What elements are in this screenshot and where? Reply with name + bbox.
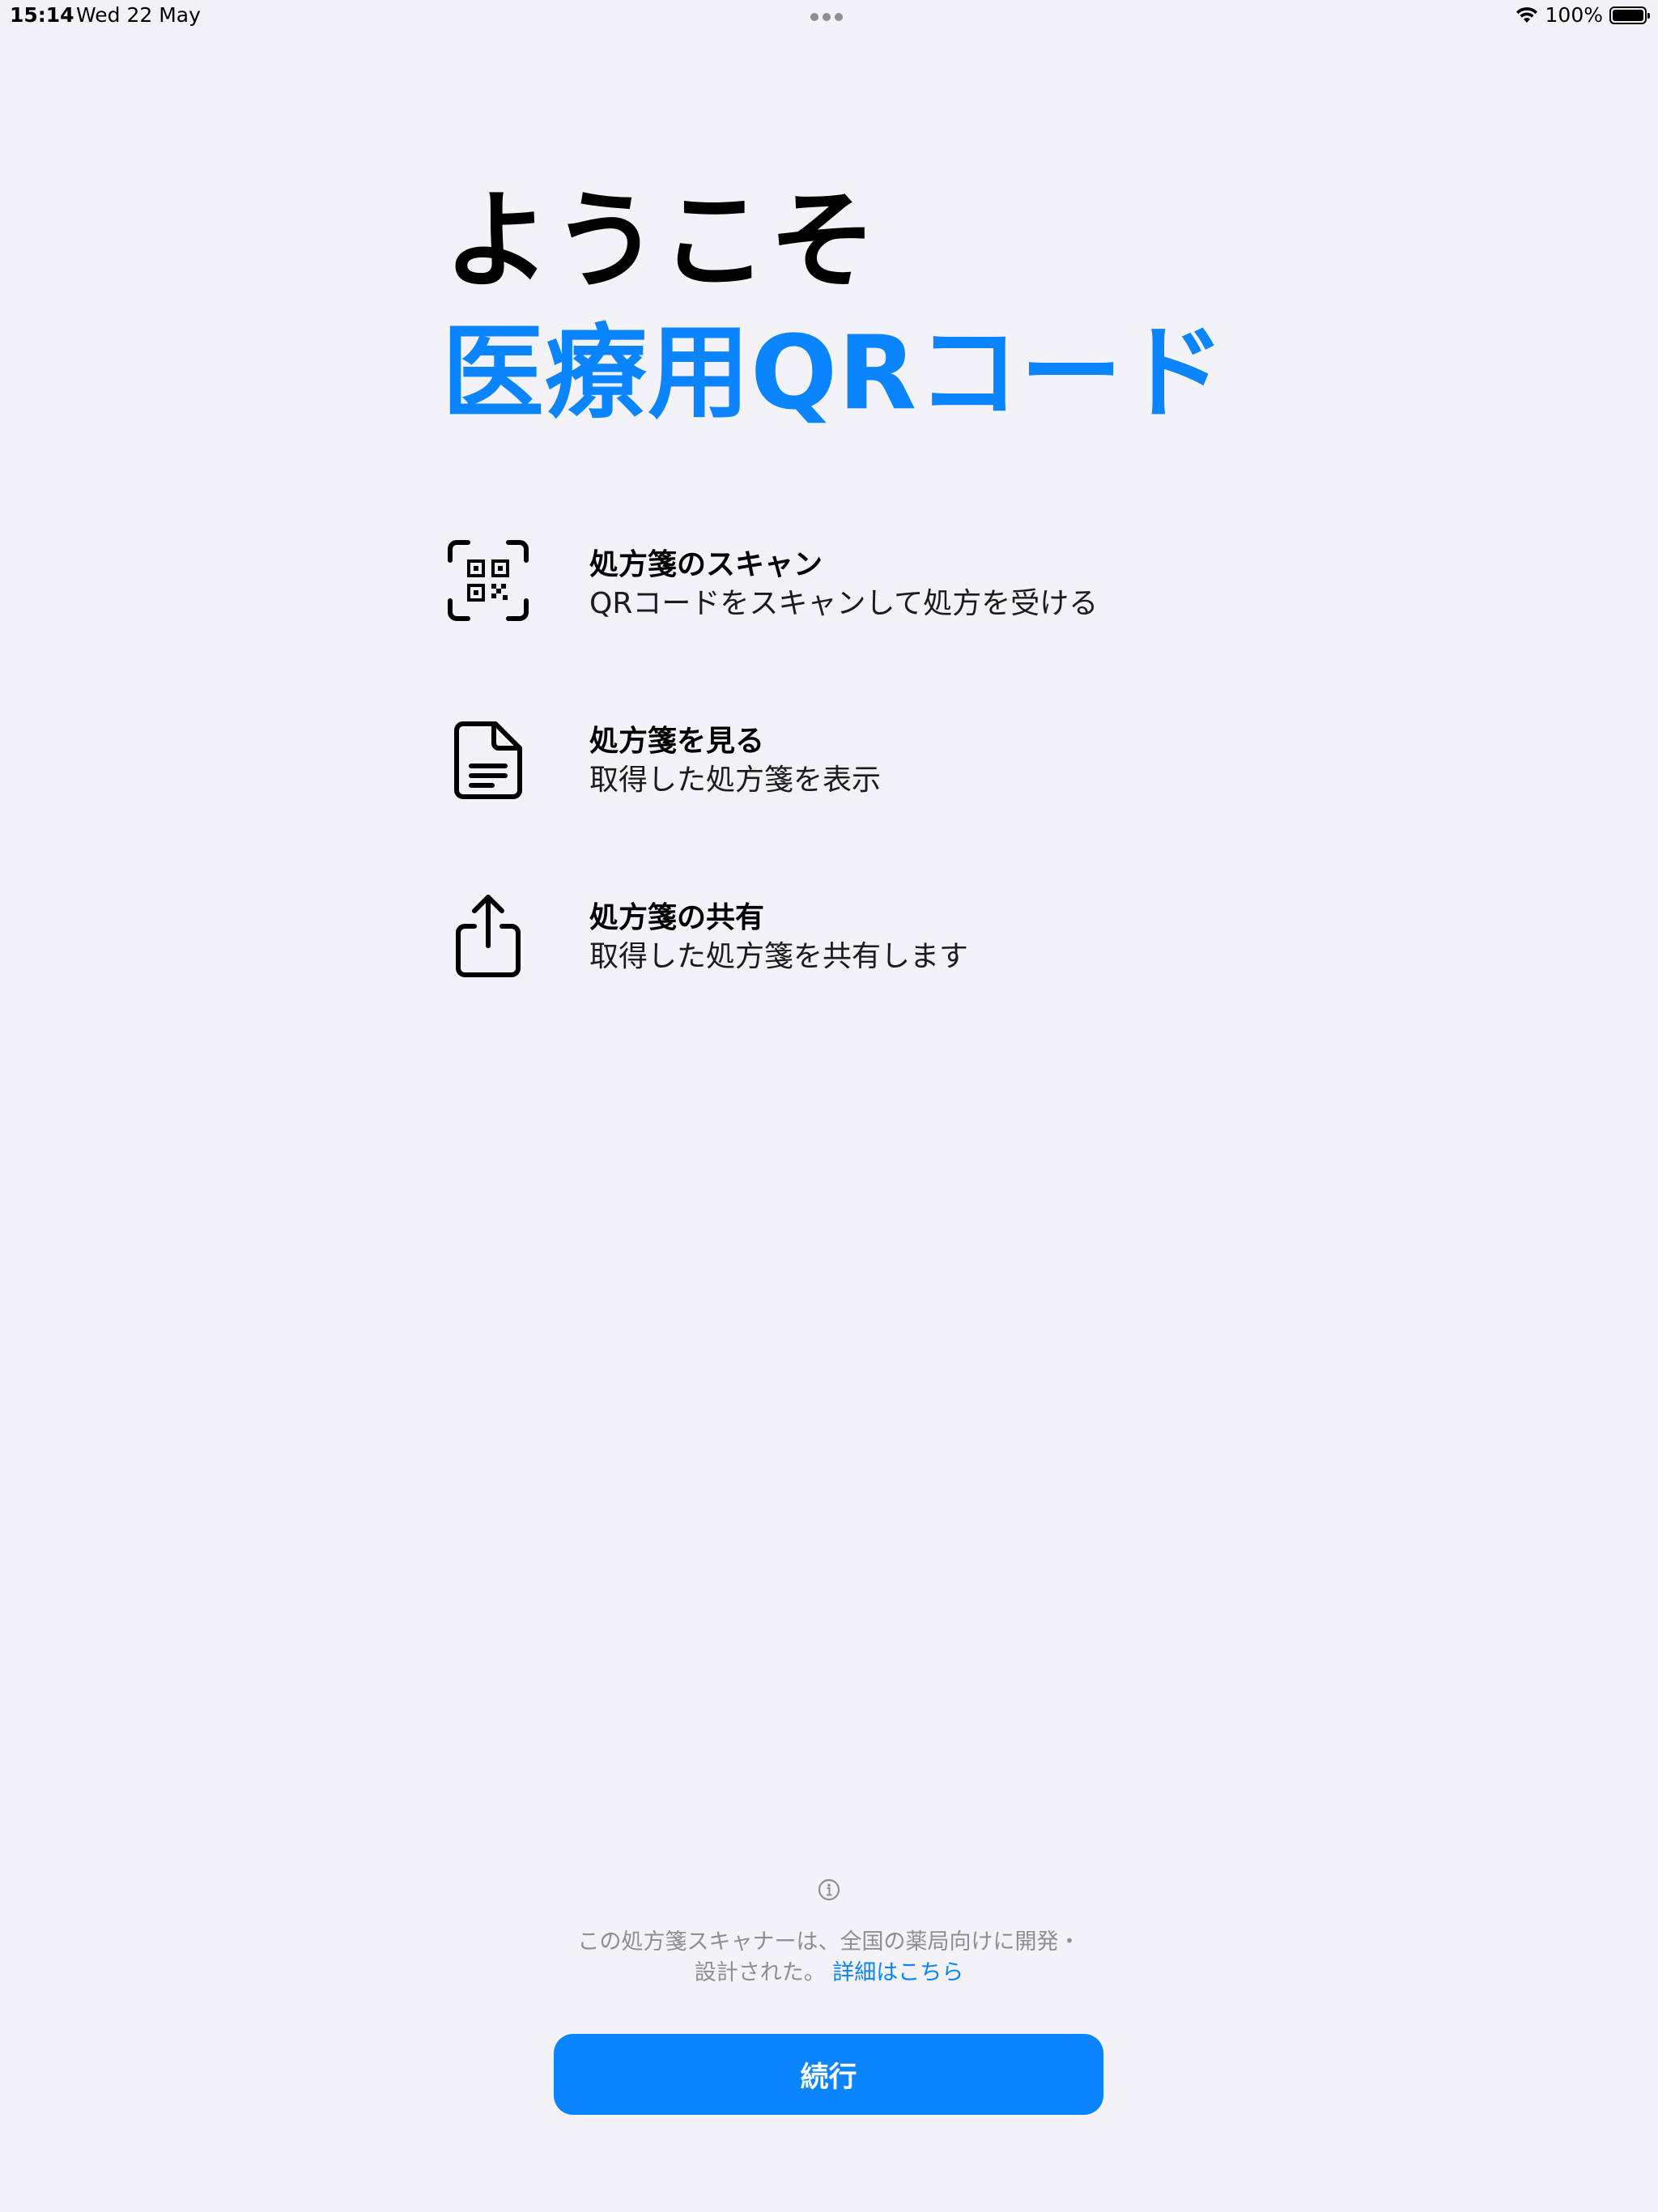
share-icon	[444, 889, 533, 978]
info-line-2: 設計された。 詳細はこちら	[505, 1958, 1153, 1989]
feature-description: 取得した処方箋を表示	[589, 764, 882, 797]
feature-title: 処方箋を見る	[589, 725, 765, 758]
battery-percentage: 100%	[1545, 3, 1603, 27]
feature-scan: 処方箋のスキャン QRコードをスキャンして処方を受ける	[444, 536, 1253, 633]
document-icon	[444, 713, 533, 802]
developer-info: この処方箋スキャナーは、全国の薬局向けに開発・ 設計された。 詳細はこちら	[505, 1927, 1153, 1989]
feature-title: 処方箋の共有	[589, 901, 765, 934]
multitasking-dots-icon[interactable]	[810, 13, 843, 21]
feature-title: 処方箋のスキャン	[589, 548, 823, 581]
status-date: Wed 22 May	[76, 3, 201, 27]
continue-button[interactable]: 続行	[554, 2034, 1103, 2115]
feature-description: 取得した処方箋を共有します	[589, 940, 969, 973]
info-line-2-text: 設計された。	[694, 1960, 826, 1985]
app-name-title: 医療用QRコード	[442, 313, 1226, 432]
status-indicators: 100%	[1515, 3, 1650, 27]
feature-view: 処方箋を見る 取得した処方箋を表示	[444, 713, 1253, 810]
feature-description: QRコードをスキャンして処方を受ける	[589, 587, 1099, 620]
info-line-1: この処方箋スキャナーは、全国の薬局向けに開発・	[577, 1929, 1081, 1955]
details-link[interactable]: 詳細はこちら	[832, 1960, 963, 1985]
battery-icon	[1609, 6, 1650, 24]
feature-share: 処方箋の共有 取得した処方箋を共有します	[444, 889, 1253, 986]
qr-code-scan-icon	[444, 536, 533, 625]
wifi-icon	[1516, 6, 1537, 23]
welcome-title: ようこそ	[444, 179, 878, 304]
status-time: 15:14	[10, 3, 74, 27]
info-icon	[818, 1878, 840, 1901]
status-bar: 15:14 Wed 22 May 100%	[0, 0, 1658, 36]
